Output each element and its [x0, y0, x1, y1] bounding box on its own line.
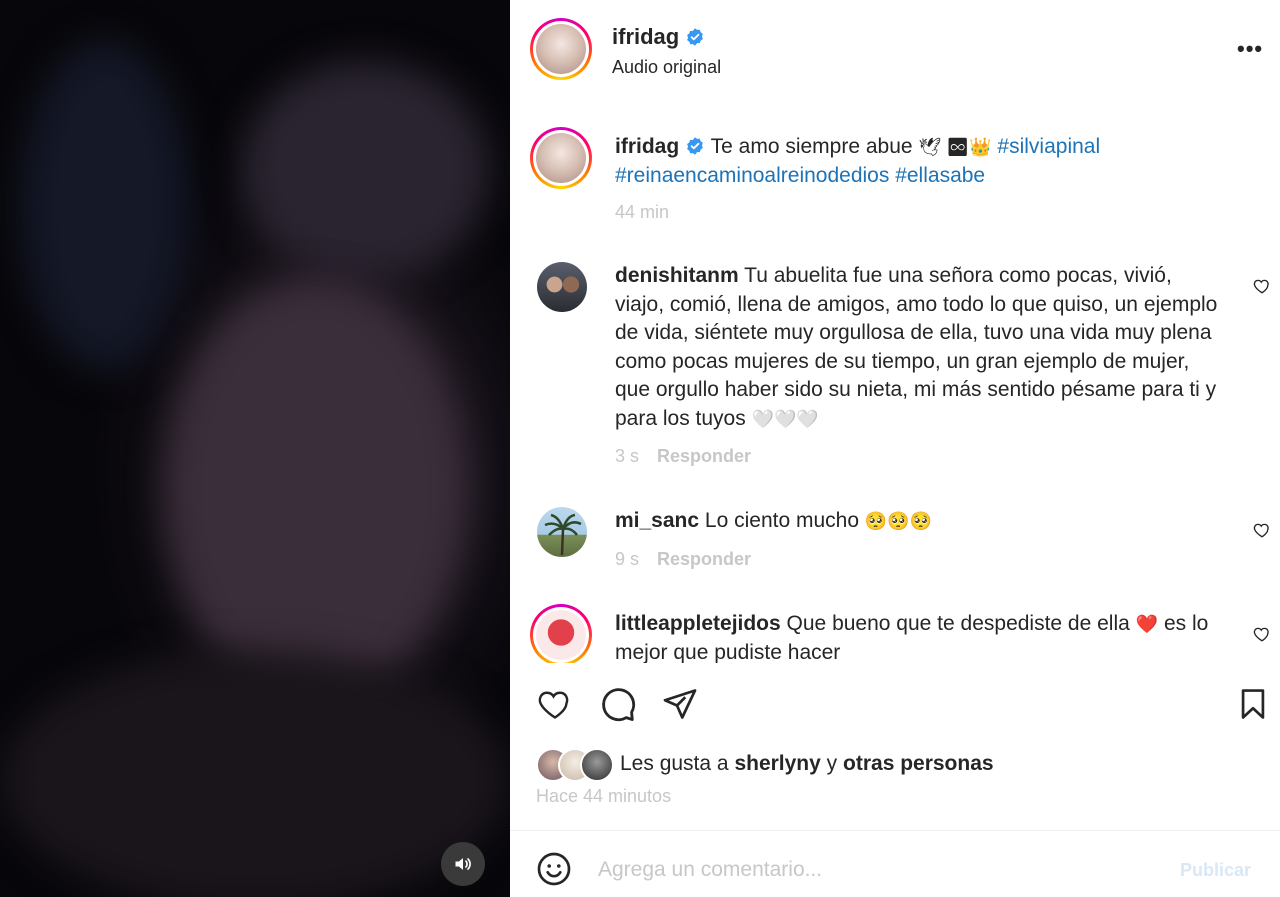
like-comment-heart-icon[interactable] — [1253, 625, 1271, 643]
comment: denishitanm Tu abuelita fue una señora c… — [615, 262, 1225, 433]
commenter-avatar[interactable] — [537, 262, 587, 312]
media-shape — [20, 40, 190, 370]
commenter-avatar[interactable] — [537, 507, 587, 557]
media-shape — [240, 60, 490, 280]
comment-username[interactable]: denishitanm — [615, 264, 739, 287]
liker-avatar — [580, 748, 614, 782]
author-avatar[interactable] — [530, 18, 592, 80]
comment-emojis: 🥺🥺🥺 — [864, 511, 933, 531]
post-panel: ifridag Audio original ••• ifridag Te am… — [510, 0, 1280, 897]
liker-username[interactable]: sherlyny — [734, 752, 820, 775]
more-options-icon[interactable]: ••• — [1237, 36, 1263, 62]
comment: mi_sanc Lo ciento mucho 🥺🥺🥺 — [615, 507, 1225, 536]
comment: littleappletejidos Que bueno que te desp… — [615, 610, 1225, 663]
likes-summary: Les gusta a sherlyny y otras personas — [620, 752, 994, 776]
like-comment-heart-icon[interactable] — [1253, 521, 1271, 539]
comment-text: Lo ciento mucho — [704, 509, 860, 532]
caption-text: Te amo siempre abue — [710, 135, 913, 158]
reply-button[interactable]: Responder — [657, 549, 751, 569]
comment-text: Tu abuelita fue una señora como pocas, v… — [615, 264, 1218, 430]
likes-joiner: y — [826, 752, 838, 775]
caption-meta: 44 min — [615, 202, 687, 223]
verified-badge-icon — [687, 137, 704, 155]
add-comment-input[interactable] — [598, 858, 1158, 882]
caption-time[interactable]: 44 min — [615, 202, 669, 222]
save-bookmark-icon[interactable] — [1236, 686, 1270, 722]
comment-username[interactable]: mi_sanc — [615, 509, 699, 532]
hashtag-link[interactable]: #ellasabe — [895, 164, 985, 187]
comment-meta: 9 s Responder — [615, 549, 769, 570]
comment-time[interactable]: 9 s — [615, 549, 639, 569]
hashtag-link[interactable]: #reinaencaminoalreinodedios — [615, 164, 889, 187]
comment-clip: littleappletejidos Que bueno que te desp… — [510, 600, 1280, 663]
share-send-icon[interactable] — [662, 686, 698, 722]
likes-prefix: Les gusta a — [620, 752, 729, 775]
like-heart-icon[interactable] — [536, 686, 574, 722]
publish-button[interactable]: Publicar — [1180, 860, 1251, 881]
author-header: ifridag — [612, 24, 705, 50]
caption: ifridag Te amo siempre abue 🕊 ♾👑 #silvia… — [615, 133, 1225, 190]
hashtag-link[interactable]: #silviapinal — [997, 135, 1100, 158]
comment-username[interactable]: littleappletejidos — [615, 612, 781, 635]
divider — [510, 830, 1280, 831]
others-link[interactable]: otras personas — [843, 752, 994, 775]
comment-meta: 3 s Responder — [615, 446, 769, 467]
author-username[interactable]: ifridag — [612, 24, 679, 49]
verified-badge-icon — [687, 28, 704, 46]
caption-avatar[interactable] — [530, 127, 592, 189]
audio-label[interactable]: Audio original — [612, 57, 721, 78]
emoji-picker-icon[interactable] — [536, 851, 572, 887]
liker-avatars[interactable] — [536, 748, 616, 782]
media-shape — [165, 280, 465, 700]
mute-toggle-button[interactable] — [441, 842, 485, 886]
comment-time[interactable]: 3 s — [615, 446, 639, 466]
media-shape — [0, 650, 510, 897]
comment-text: Que bueno que te despediste de ella — [786, 612, 1130, 635]
post-timestamp[interactable]: Hace 44 minutos — [536, 786, 671, 807]
commenter-avatar[interactable] — [530, 604, 592, 663]
post-media[interactable] — [0, 0, 510, 897]
reply-button[interactable]: Responder — [657, 446, 751, 466]
caption-username[interactable]: ifridag — [615, 135, 679, 158]
comment-emojis: ❤️ — [1135, 614, 1159, 634]
palm-tree-icon — [544, 513, 582, 556]
comment-bubble-icon[interactable] — [599, 686, 637, 724]
like-comment-heart-icon[interactable] — [1253, 277, 1271, 295]
comment-emojis: 🤍🤍🤍 — [751, 408, 819, 429]
caption-emojis: 🕊 ♾👑 — [918, 137, 992, 157]
speaker-icon — [455, 858, 471, 870]
